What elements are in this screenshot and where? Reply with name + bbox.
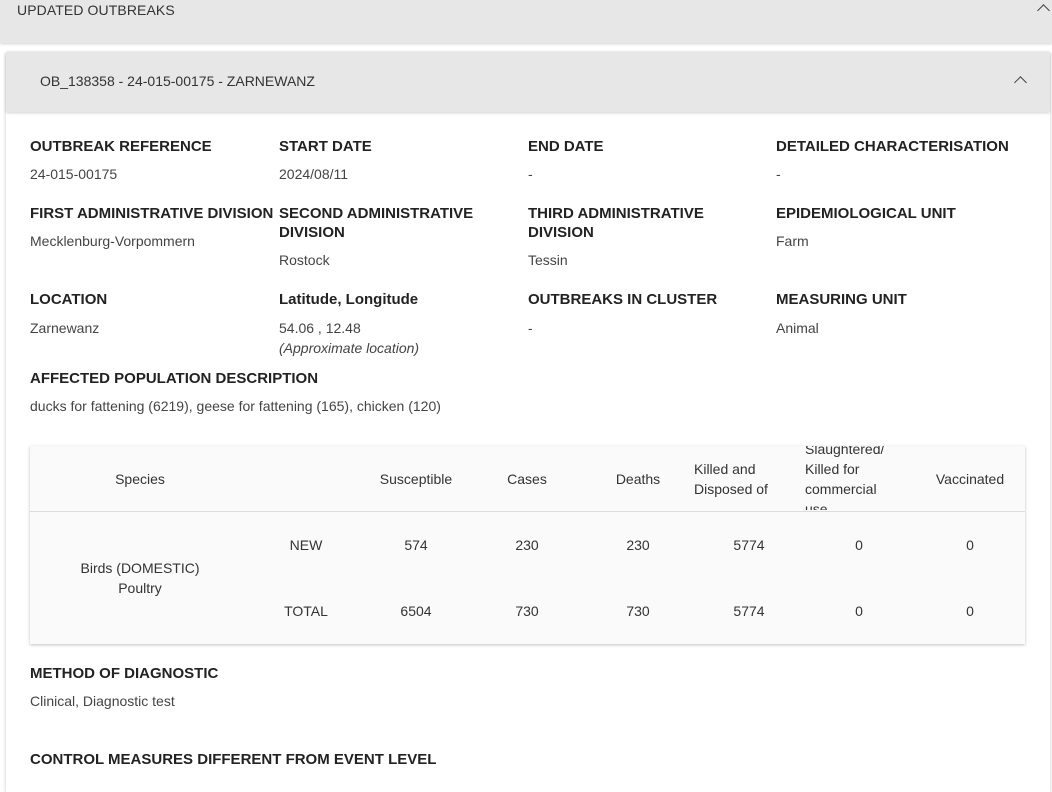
header-slaughtered-line4: use [805,501,828,510]
header-cases: Cases [507,471,547,487]
third-admin-division-label-line2: DIVISION [528,224,594,241]
table-cell: 0 [966,537,974,553]
table-cell: 730 [626,603,650,619]
measuring-unit-label: MEASURING UNIT [776,291,907,308]
control-measures-label: CONTROL MEASURES DIFFERENT FROM EVENT LE… [30,751,437,768]
outbreak-reference-label: OUTBREAK REFERENCE [30,138,212,155]
second-admin-division-label-line1: SECOND ADMINISTRATIVE [279,205,474,222]
epidemiological-unit-value: Farm [776,233,809,249]
approximate-location-note: (Approximate location) [279,340,420,356]
table-cell: 0 [855,603,863,619]
outbreak-title: OB_138358 - 24-015-00175 - ZARNEWANZ [40,73,315,89]
outbreaks-in-cluster-value: - [528,320,533,336]
epidemiological-unit-label: EPIDEMIOLOGICAL UNIT [776,205,956,222]
first-admin-division-value: Mecklenburg-Vorpommern [30,233,195,249]
detailed-characterisation-value: - [776,166,781,182]
header-susceptible: Susceptible [379,471,453,487]
end-date-label: END DATE [528,138,604,155]
table-cell: 6504 [400,603,432,619]
table-header-divider [30,511,1025,512]
updated-outbreaks-header[interactable]: UPDATED OUTBREAKS [0,0,1052,43]
table-cell: 230 [515,537,539,553]
outbreak-panel-header[interactable]: OB_138358 - 24-015-00175 - ZARNEWANZ [6,52,1050,112]
method-of-diagnostic-label: METHOD OF DIAGNOSTIC [30,665,219,682]
header-slaughtered: Slaughtered/ Killed for commercial use [805,446,925,510]
affected-population-label: AFFECTED POPULATION DESCRIPTION [30,370,319,387]
chevron-up-icon[interactable] [1014,76,1027,89]
start-date-label: START DATE [279,138,372,155]
table-cell: 0 [966,603,974,619]
species-name-line1: Birds (DOMESTIC) [80,560,200,576]
location-label: LOCATION [30,291,108,308]
row-type: TOTAL [284,603,328,619]
table-cell: 574 [404,537,428,553]
lat-long-value: 54.06 , 12.48 [279,320,361,336]
updated-outbreaks-title: UPDATED OUTBREAKS [17,2,175,18]
header-species: Species [115,471,165,487]
measuring-unit-value: Animal [776,320,819,336]
species-name-line2: Poultry [118,580,162,596]
start-date-value: 2024/08/11 [279,166,349,182]
second-admin-division-value: Rostock [279,252,330,268]
header-slaughtered-line2: Killed for [805,461,860,477]
outbreaks-in-cluster-label: OUTBREAKS IN CLUSTER [528,291,718,308]
species-table: Species Susceptible Cases Deaths Killed … [30,446,1025,644]
outbreak-reference-value: 24-015-00175 [30,166,118,182]
header-slaughtered-line1: Slaughtered/ [805,446,885,457]
affected-population-value: ducks for fattening (6219), geese for fa… [30,398,441,414]
first-admin-division-label: FIRST ADMINISTRATIVE DIVISION [30,205,274,222]
end-date-value: - [528,166,533,182]
lat-long-label: Latitude, Longitude [279,291,419,308]
second-admin-division-label-line2: DIVISION [279,224,345,241]
chevron-up-icon[interactable] [1037,4,1050,17]
header-vaccinated: Vaccinated [935,471,1005,487]
table-cell: 730 [515,603,539,619]
header-deaths: Deaths [615,471,661,487]
header-killed-line2: Disposed of [694,481,768,497]
table-cell: 230 [626,537,650,553]
row-type: NEW [289,537,323,553]
table-cell: 5774 [733,603,765,619]
location-value: Zarnewanz [30,320,100,336]
table-cell: 5774 [733,537,765,553]
header-slaughtered-line3: commercial [805,481,877,497]
table-cell: 0 [855,537,863,553]
header-killed-line1: Killed and [694,461,756,477]
method-of-diagnostic-value: Clinical, Diagnostic test [30,693,175,709]
third-admin-division-value: Tessin [528,252,568,268]
detailed-characterisation-label: DETAILED CHARACTERISATION [776,138,1009,155]
third-admin-division-label-line1: THIRD ADMINISTRATIVE [528,205,704,222]
